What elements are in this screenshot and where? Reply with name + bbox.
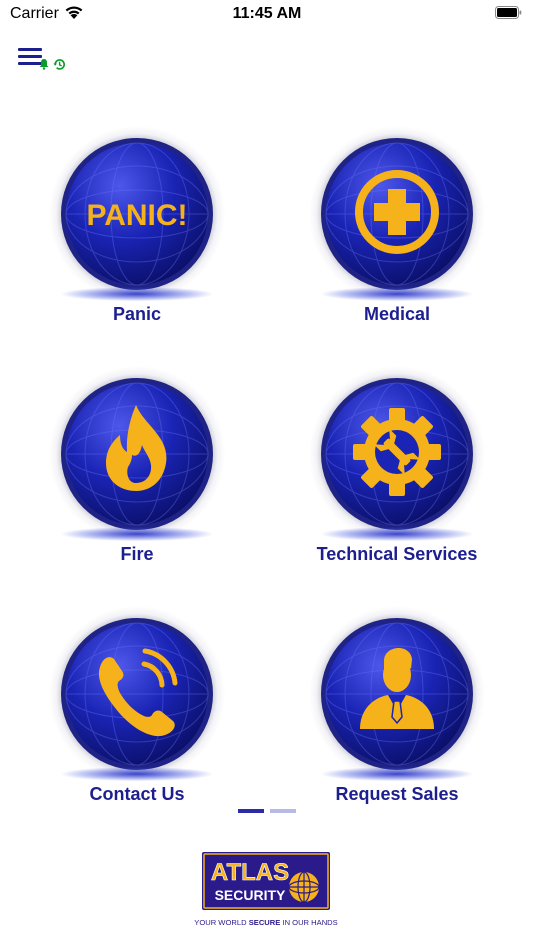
- svg-text:SECURITY: SECURITY: [215, 887, 286, 903]
- contact-us-button[interactable]: [48, 605, 226, 783]
- battery-icon: [495, 6, 522, 19]
- tile-label-technical-services: Technical Services: [316, 544, 478, 564]
- tile-technical-services[interactable]: Technical Services: [279, 365, 499, 575]
- top-toolbar: [18, 46, 78, 76]
- tile-medical[interactable]: Medical: [279, 125, 499, 335]
- globe-icon: [288, 871, 320, 903]
- tile-label-contact-us: Contact Us: [89, 784, 185, 804]
- tile-label-medical: Medical: [363, 304, 431, 324]
- atlas-security-logo: ATLAS SECURITY YOUR WORLD SECURE IN OUR …: [194, 852, 338, 927]
- tile-panic[interactable]: PANIC! Panic: [19, 125, 239, 335]
- tile-label-fire: Fire: [120, 544, 154, 564]
- request-sales-button[interactable]: [308, 605, 486, 783]
- tile-fire[interactable]: Fire: [19, 365, 239, 575]
- gear-wrench-icon: [353, 408, 441, 496]
- page-dot[interactable]: [270, 809, 296, 813]
- tile-shadow: [322, 527, 472, 541]
- status-bar: Carrier 11:45 AM: [0, 0, 534, 28]
- tile-label-request-sales: Request Sales: [335, 784, 459, 804]
- panic-button[interactable]: PANIC!: [48, 125, 226, 303]
- svg-text:YOUR WORLD SECURE IN OUR HANDS: YOUR WORLD SECURE IN OUR HANDS: [194, 918, 337, 927]
- panic-text-icon: PANIC!: [86, 199, 187, 232]
- tile-shadow: [322, 287, 472, 301]
- tile-label-panic: Panic: [112, 304, 162, 324]
- fire-button[interactable]: [48, 365, 226, 543]
- medical-button[interactable]: [308, 125, 486, 303]
- clock: 11:45 AM: [232, 5, 302, 22]
- tile-shadow: [62, 287, 212, 301]
- technical-services-button[interactable]: [308, 365, 486, 543]
- tile-request-sales[interactable]: Request Sales: [279, 605, 499, 815]
- page-indicator[interactable]: [238, 809, 298, 813]
- svg-text:ATLAS: ATLAS: [211, 859, 289, 886]
- tile-shadow: [322, 767, 472, 781]
- bell-icon[interactable]: [38, 58, 50, 70]
- page-dot-active[interactable]: [238, 809, 264, 813]
- tile-shadow: [62, 767, 212, 781]
- tile-shadow: [62, 527, 212, 541]
- history-icon[interactable]: [53, 58, 66, 71]
- tile-contact-us[interactable]: Contact Us: [19, 605, 239, 815]
